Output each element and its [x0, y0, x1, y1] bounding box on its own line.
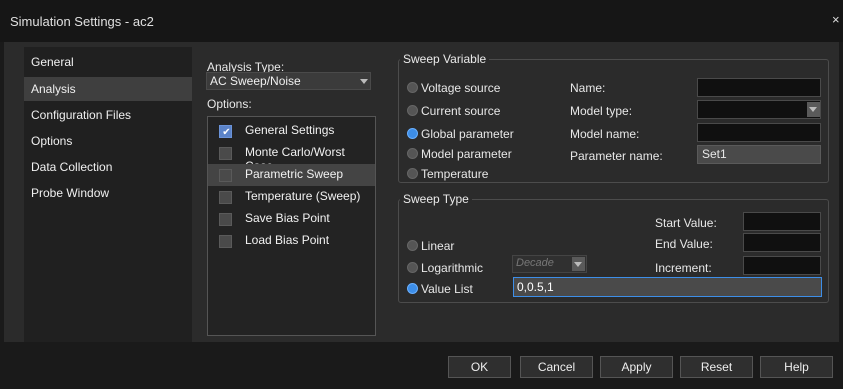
radio-logarithmic-label: Logarithmic — [421, 261, 484, 275]
reset-button[interactable]: Reset — [680, 356, 753, 378]
option-parametric-sweep[interactable]: Parametric Sweep — [208, 164, 375, 186]
option-label: Load Bias Point — [245, 233, 330, 247]
option-load-bias-point[interactable]: Load Bias Point — [208, 230, 375, 252]
chevron-down-icon — [809, 107, 817, 112]
model-name-label: Model name: — [570, 127, 640, 141]
checkbox-temperature-sweep[interactable] — [219, 191, 232, 204]
radio-current-source-label: Current source — [421, 104, 501, 118]
start-value-label: Start Value: — [655, 216, 717, 230]
close-icon[interactable]: × — [832, 13, 840, 26]
checkbox-monte-carlo[interactable] — [219, 147, 232, 160]
start-value-field[interactable] — [743, 212, 821, 231]
checkbox-save-bias-point[interactable] — [219, 213, 232, 226]
end-value-label: End Value: — [655, 237, 713, 251]
radio-temperature-label: Temperature — [421, 167, 489, 181]
option-label: General Settings — [245, 123, 335, 137]
radio-global-parameter-label: Global parameter — [421, 127, 514, 141]
dropdown-button[interactable] — [807, 102, 820, 117]
nav-item-configuration-files[interactable]: Configuration Files — [24, 103, 192, 127]
checkbox-parametric-sweep[interactable] — [219, 169, 232, 182]
check-icon: ✔ — [222, 127, 231, 138]
option-temperature-sweep[interactable]: Temperature (Sweep) — [208, 186, 375, 208]
increment-field[interactable] — [743, 256, 821, 275]
radio-linear-label: Linear — [421, 239, 455, 253]
analysis-type-value: AC Sweep/Noise — [210, 74, 301, 88]
nav-item-general[interactable]: General — [24, 50, 192, 74]
radio-voltage-source-label: Voltage source — [421, 81, 501, 95]
nav-item-probe-window[interactable]: Probe Window — [24, 181, 192, 205]
analysis-type-select[interactable]: AC Sweep/Noise — [206, 72, 371, 90]
radio-current-source[interactable] — [407, 105, 418, 116]
radio-logarithmic[interactable] — [407, 262, 418, 273]
log-scale-select[interactable]: Decade — [512, 255, 587, 273]
log-scale-value: Decade — [516, 257, 554, 269]
value-list-field[interactable]: 0,0.5,1 — [513, 277, 822, 297]
model-type-label: Model type: — [570, 104, 633, 118]
chevron-down-icon — [574, 262, 582, 267]
log-scale-dropdown-button[interactable] — [572, 257, 585, 271]
nav-item-data-collection[interactable]: Data Collection — [24, 155, 192, 179]
end-value-field[interactable] — [743, 233, 821, 252]
window-title: Simulation Settings - ac2 — [10, 14, 154, 29]
nav-item-analysis[interactable]: Analysis — [24, 77, 192, 101]
radio-value-list-label: Value List — [421, 282, 473, 296]
options-label: Options: — [207, 97, 252, 111]
parameter-name-label: Parameter name: — [570, 149, 663, 163]
nav-item-options[interactable]: Options — [24, 129, 192, 153]
chevron-down-icon — [360, 79, 368, 84]
option-monte-carlo[interactable]: Monte Carlo/Worst Case — [208, 142, 375, 173]
name-field[interactable] — [697, 78, 821, 97]
sweep-variable-title: Sweep Variable — [400, 52, 490, 66]
radio-model-parameter[interactable] — [407, 148, 418, 159]
option-label: Temperature (Sweep) — [245, 189, 361, 203]
ok-button[interactable]: OK — [448, 356, 511, 378]
radio-value-list[interactable] — [407, 283, 418, 294]
radio-model-parameter-label: Model parameter — [421, 147, 512, 161]
help-button[interactable]: Help — [760, 356, 833, 378]
radio-global-parameter[interactable] — [407, 128, 418, 139]
sweep-type-title: Sweep Type — [400, 192, 472, 206]
model-type-select[interactable] — [697, 100, 821, 119]
cancel-button[interactable]: Cancel — [520, 356, 593, 378]
radio-voltage-source[interactable] — [407, 82, 418, 93]
radio-temperature[interactable] — [407, 168, 418, 179]
name-label: Name: — [570, 81, 606, 95]
apply-button[interactable]: Apply — [600, 356, 673, 378]
option-save-bias-point[interactable]: Save Bias Point — [208, 208, 375, 230]
option-label: Save Bias Point — [245, 211, 330, 225]
checkbox-load-bias-point[interactable] — [219, 235, 232, 248]
increment-label: Increment: — [655, 261, 712, 275]
parameter-name-field[interactable]: Set1 — [697, 145, 821, 164]
model-name-field[interactable] — [697, 123, 821, 142]
option-label: Parametric Sweep — [245, 167, 344, 181]
checkbox-general-settings[interactable]: ✔ — [219, 125, 232, 138]
radio-linear[interactable] — [407, 240, 418, 251]
option-general-settings[interactable]: ✔ General Settings — [208, 120, 375, 142]
